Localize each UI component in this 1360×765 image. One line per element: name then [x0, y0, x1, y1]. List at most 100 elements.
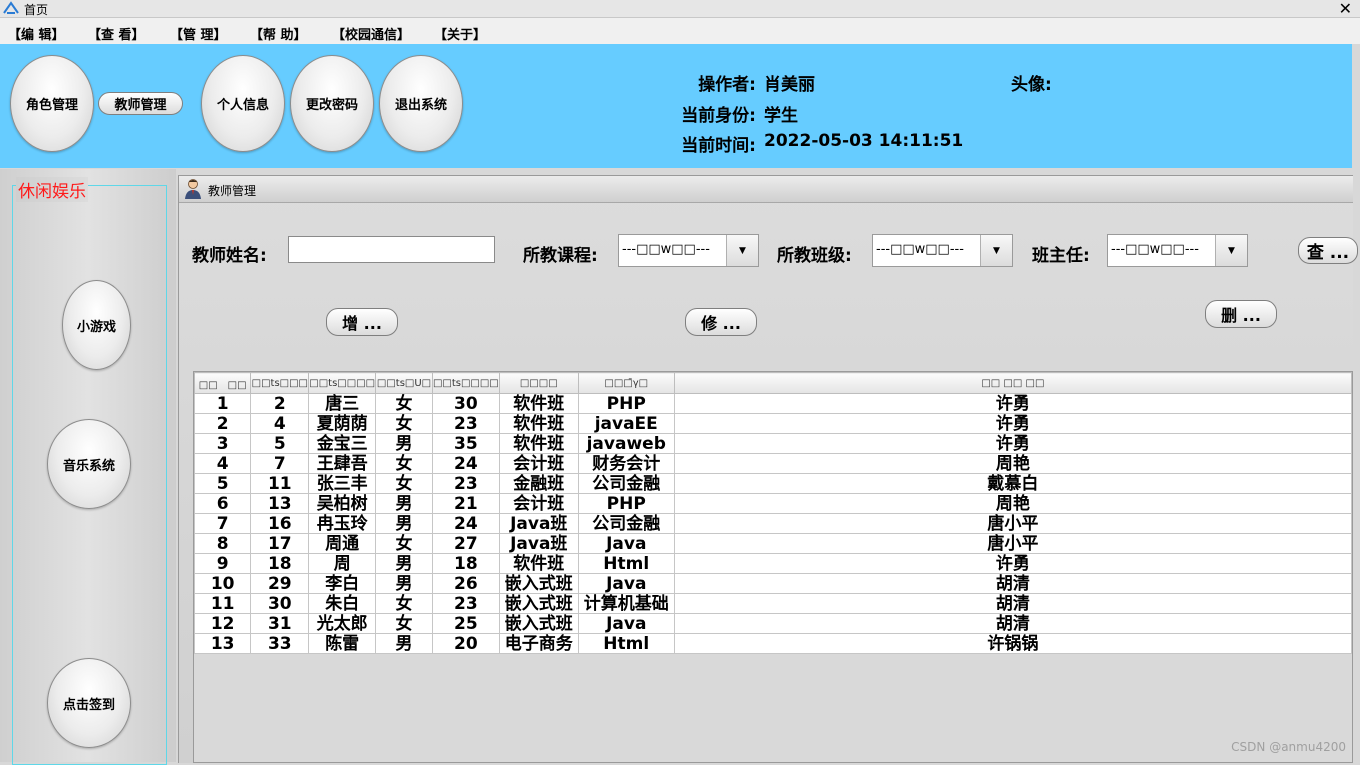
- table-cell[interactable]: Java班: [498, 513, 579, 534]
- table-cell[interactable]: 30: [431, 393, 500, 414]
- menu-view[interactable]: 【查 看】: [88, 24, 145, 43]
- table-cell[interactable]: 3: [194, 433, 252, 454]
- logout-button[interactable]: 退出系统: [379, 55, 463, 152]
- table-cell[interactable]: 光太郎: [308, 613, 377, 634]
- table-cell[interactable]: Java: [577, 533, 675, 554]
- table-cell[interactable]: 8: [194, 533, 252, 554]
- table-row[interactable]: 6 13 吴柏树男 21 会计班 PHP 周艳: [194, 493, 1352, 514]
- table-cell[interactable]: 冉玉玲: [308, 513, 377, 534]
- table-cell[interactable]: 30: [250, 593, 310, 614]
- table-cell[interactable]: 李白: [308, 573, 377, 594]
- table-cell[interactable]: 女: [375, 473, 433, 494]
- column-header[interactable]: □□ts□U□: [375, 372, 433, 394]
- table-cell[interactable]: 女: [375, 453, 433, 474]
- chevron-down-icon[interactable]: ▼: [726, 235, 758, 266]
- table-cell[interactable]: 23: [431, 413, 500, 434]
- table-cell[interactable]: 11: [194, 593, 252, 614]
- table-cell[interactable]: 31: [250, 613, 310, 634]
- table-row[interactable]: 2 4 夏荫荫女 23 软件班 javaEE 许勇: [194, 413, 1352, 434]
- column-header[interactable]: □□ □□: [194, 372, 252, 394]
- teacher-name-input[interactable]: [288, 236, 495, 263]
- menu-about[interactable]: 【关于】: [434, 24, 486, 43]
- table-cell[interactable]: 2: [250, 393, 310, 414]
- table-cell[interactable]: 11: [250, 473, 310, 494]
- table-cell[interactable]: 20: [431, 633, 500, 654]
- table-row[interactable]: 10 29 李白男 26 嵌入式班 Java 胡清: [194, 573, 1352, 594]
- table-cell[interactable]: 财务会计: [577, 453, 675, 474]
- table-cell[interactable]: 男: [375, 433, 433, 454]
- table-cell[interactable]: 软件班: [498, 553, 579, 574]
- role-management-button[interactable]: 角色管理: [10, 55, 94, 152]
- table-cell[interactable]: 许锅锅: [673, 633, 1352, 654]
- delete-button[interactable]: 删 ...: [1205, 300, 1277, 328]
- table-cell[interactable]: 24: [431, 513, 500, 534]
- table-cell[interactable]: Java: [577, 573, 675, 594]
- table-cell[interactable]: 23: [431, 593, 500, 614]
- table-cell[interactable]: 18: [250, 553, 310, 574]
- table-row[interactable]: 3 5 金宝三男 35 软件班 javaweb 许勇: [194, 433, 1352, 454]
- menu-help[interactable]: 【帮 助】: [250, 24, 307, 43]
- table-cell[interactable]: 13: [250, 493, 310, 514]
- menu-edit[interactable]: 【编 辑】: [8, 24, 65, 43]
- table-cell[interactable]: 陈雷: [308, 633, 377, 654]
- head-teacher-select[interactable]: ---□□w□□--- ▼: [1107, 234, 1248, 267]
- table-cell[interactable]: 周艳: [673, 453, 1352, 474]
- column-header[interactable]: □□ts□□□□: [431, 372, 500, 394]
- table-cell[interactable]: 周通: [308, 533, 377, 554]
- table-cell[interactable]: 35: [431, 433, 500, 454]
- table-cell[interactable]: 许勇: [673, 413, 1352, 434]
- table-cell[interactable]: 4: [250, 413, 310, 434]
- change-password-button[interactable]: 更改密码: [290, 55, 374, 152]
- table-row[interactable]: 9 18 周男 18 软件班 Html 许勇: [194, 553, 1352, 574]
- close-icon[interactable]: ✕: [1339, 0, 1352, 18]
- table-cell[interactable]: PHP: [577, 393, 675, 414]
- table-cell[interactable]: Java班: [498, 533, 579, 554]
- table-row[interactable]: 7 16 冉玉玲男 24 Java班 公司金融 唐小平: [194, 513, 1352, 534]
- chevron-down-icon[interactable]: ▼: [980, 235, 1012, 266]
- column-header[interactable]: □□ts□□□□: [308, 372, 377, 394]
- table-cell[interactable]: 会计班: [498, 493, 579, 514]
- table-row[interactable]: 13 33 陈雷男 20 电子商务 Html 许锅锅: [194, 633, 1352, 654]
- table-cell[interactable]: 16: [250, 513, 310, 534]
- table-cell[interactable]: 女: [375, 593, 433, 614]
- table-cell[interactable]: 胡清: [673, 613, 1352, 634]
- table-cell[interactable]: Html: [577, 553, 675, 574]
- table-cell[interactable]: 5: [250, 433, 310, 454]
- table-cell[interactable]: 6: [194, 493, 252, 514]
- table-cell[interactable]: 12: [194, 613, 252, 634]
- table-cell[interactable]: 24: [431, 453, 500, 474]
- table-cell[interactable]: 男: [375, 573, 433, 594]
- table-cell[interactable]: 周艳: [673, 493, 1352, 514]
- table-cell[interactable]: 周: [308, 553, 377, 574]
- table-cell[interactable]: Html: [577, 633, 675, 654]
- teacher-management-button[interactable]: 教师管理: [98, 92, 183, 115]
- table-cell[interactable]: 唐小平: [673, 533, 1352, 554]
- table-cell[interactable]: 男: [375, 513, 433, 534]
- table-cell[interactable]: 1: [194, 393, 252, 414]
- mini-game-button[interactable]: 小游戏: [62, 280, 131, 370]
- table-row[interactable]: 5 11 张三丰女 23 金融班 公司金融 戴慕白: [194, 473, 1352, 494]
- table-cell[interactable]: 女: [375, 393, 433, 414]
- course-select[interactable]: ---□□w□□--- ▼: [618, 234, 759, 267]
- table-row[interactable]: 11 30 朱白女 23 嵌入式班 计算机基础 胡清: [194, 593, 1352, 614]
- personal-info-button[interactable]: 个人信息: [201, 55, 285, 152]
- table-cell[interactable]: 4: [194, 453, 252, 474]
- table-cell[interactable]: 10: [194, 573, 252, 594]
- table-row[interactable]: 1 2 唐三女 30 软件班 PHP 许勇: [194, 393, 1352, 414]
- table-cell[interactable]: 电子商务: [498, 633, 579, 654]
- table-cell[interactable]: PHP: [577, 493, 675, 514]
- table-cell[interactable]: 公司金融: [577, 513, 675, 534]
- table-cell[interactable]: javaweb: [577, 433, 675, 454]
- edit-button[interactable]: 修 ...: [685, 308, 757, 336]
- column-header[interactable]: □□ □□ □□: [673, 372, 1352, 394]
- table-cell[interactable]: 21: [431, 493, 500, 514]
- table-cell[interactable]: 17: [250, 533, 310, 554]
- table-cell[interactable]: 2: [194, 413, 252, 434]
- table-row[interactable]: 4 7 王肆吾女 24 会计班 财务会计 周艳: [194, 453, 1352, 474]
- table-cell[interactable]: 18: [431, 553, 500, 574]
- table-row[interactable]: 8 17 周通女 27 Java班 Java 唐小平: [194, 533, 1352, 554]
- table-cell[interactable]: 会计班: [498, 453, 579, 474]
- table-cell[interactable]: 金融班: [498, 473, 579, 494]
- table-cell[interactable]: 公司金融: [577, 473, 675, 494]
- query-button[interactable]: 查 ...: [1298, 237, 1358, 264]
